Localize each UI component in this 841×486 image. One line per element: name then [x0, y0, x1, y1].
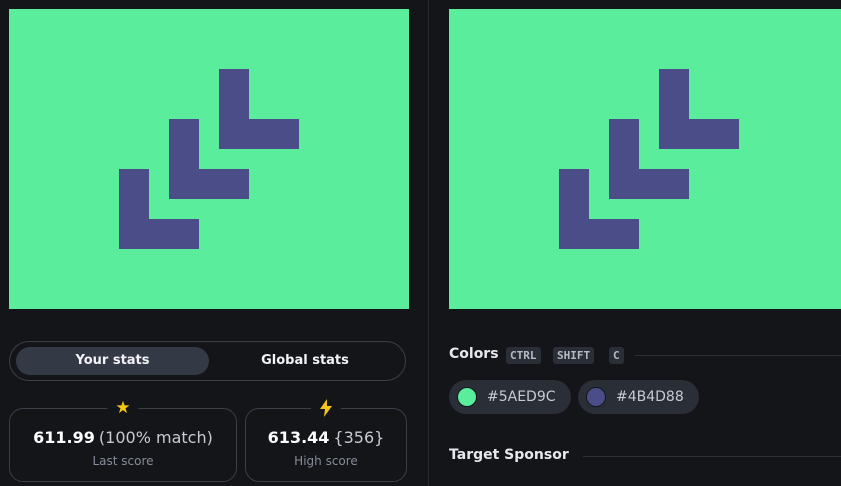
color-hex-label: #5AED9C — [487, 389, 556, 405]
panel-divider — [428, 0, 429, 486]
high-score-label: High score — [294, 454, 358, 468]
high-score-count: {356} — [333, 428, 385, 447]
stats-toggle: Your stats Global stats — [9, 341, 406, 381]
star-icon: ★ — [107, 399, 139, 417]
color-hex-label: #4B4D88 — [616, 389, 684, 405]
target-canvas — [449, 9, 841, 309]
color-dot — [457, 387, 477, 407]
shape-block — [119, 219, 199, 249]
your-stats-tab[interactable]: Your stats — [16, 347, 209, 375]
last-score-match: (100% match) — [98, 428, 213, 447]
shortcut-key-shift: SHIFT — [553, 347, 595, 364]
section-divider — [635, 355, 841, 356]
color-dot — [586, 387, 606, 407]
target-sponsor-heading: Target Sponsor — [449, 447, 569, 463]
lightning-icon — [311, 399, 341, 421]
shortcut-key-c: C — [609, 347, 624, 364]
shape-block — [559, 219, 639, 249]
output-canvas[interactable] — [9, 9, 409, 309]
last-score-value: 611.99 — [33, 428, 95, 447]
colors-heading: Colors — [449, 346, 499, 362]
section-divider — [583, 456, 841, 457]
shortcut-key-ctrl: CTRL — [506, 347, 541, 364]
color-swatch-2[interactable]: #4B4D88 — [578, 380, 699, 414]
shape-block — [609, 169, 689, 199]
last-score-card: ★ 611.99 (100% match) Last score — [9, 399, 237, 482]
last-score-label: Last score — [92, 454, 154, 468]
shape-block — [169, 169, 249, 199]
shape-block — [659, 119, 739, 149]
color-swatch-1[interactable]: #5AED9C — [449, 380, 571, 414]
high-score-card: 613.44 {356} High score — [245, 399, 407, 482]
global-stats-tab[interactable]: Global stats — [210, 347, 400, 375]
shape-block — [219, 119, 299, 149]
high-score-value: 613.44 — [267, 428, 330, 447]
